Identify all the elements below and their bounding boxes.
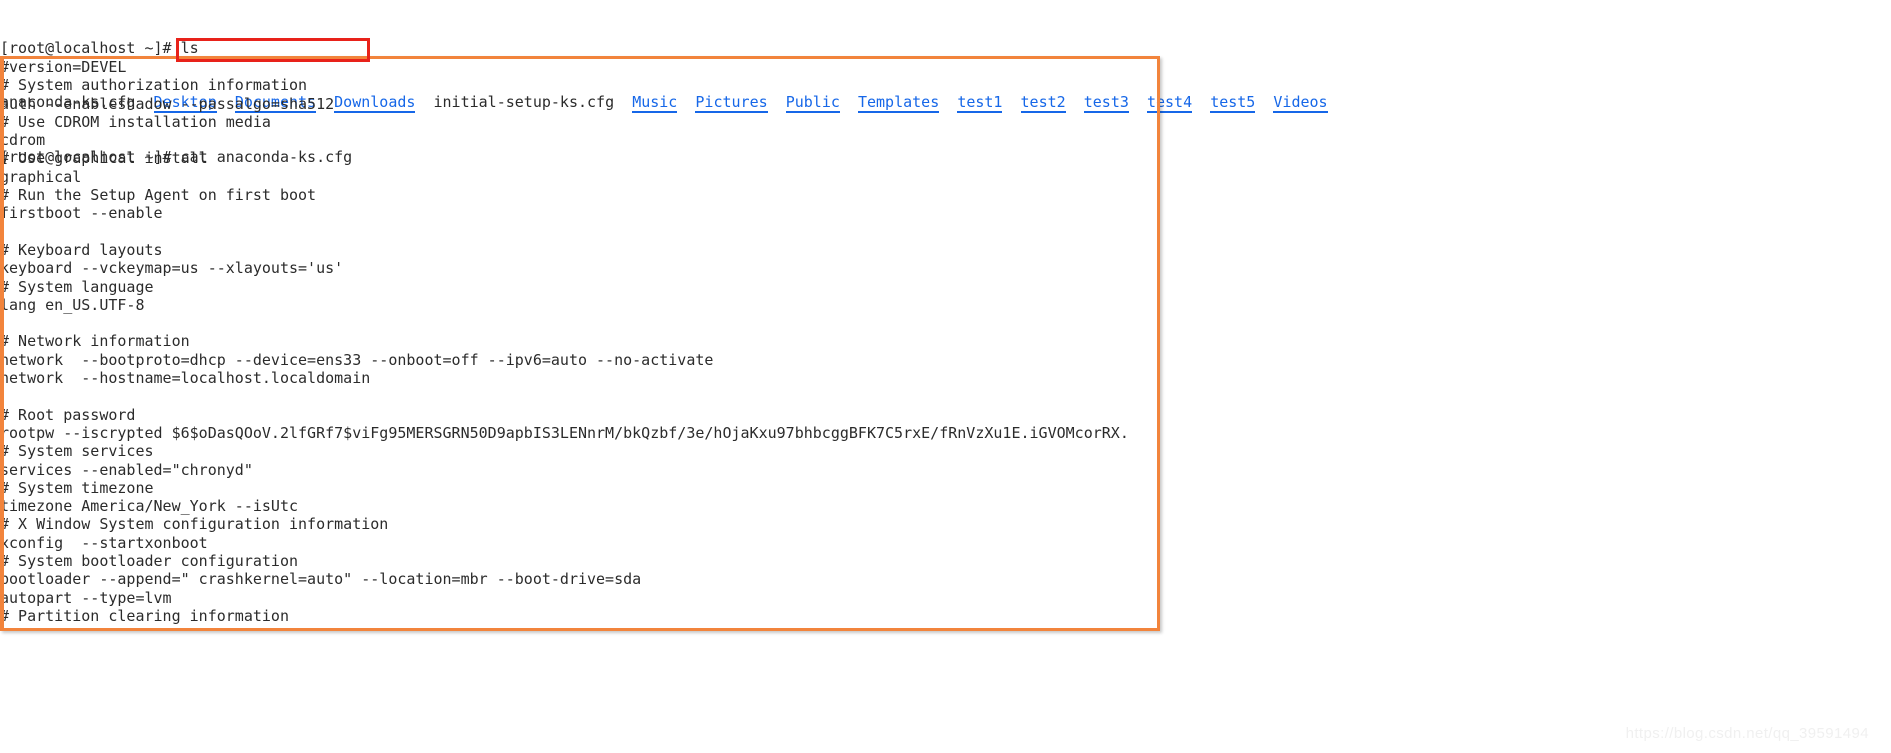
file-line: # System authorization information [0, 76, 308, 95]
terminal-text: [root@localhost ~]# ls [0, 38, 199, 57]
file-line [0, 387, 1891, 405]
file-line: xconfig --startxonboot [0, 533, 208, 552]
file-line: firstboot --enable [0, 204, 163, 223]
watermark-text: https://blog.csdn.net/qq_39591494 [1625, 724, 1869, 742]
file-line: cdrom [0, 131, 46, 150]
file-line: # X Window System configuration informat… [0, 515, 389, 534]
file-line: # Keyboard layouts [0, 240, 163, 259]
file-line: network --hostname=localhost.localdomain [0, 369, 371, 388]
terminal-window[interactable]: [root@localhost ~]# ls anaconda-ks.cfg D… [0, 0, 1891, 753]
file-line: # System bootloader configuration [0, 552, 299, 571]
terminal-line-ls-command: [root@localhost ~]# ls [0, 39, 1891, 57]
file-content-output: #version=DEVEL # System authorization inf… [0, 58, 1891, 625]
file-line: # System language [0, 277, 154, 296]
file-line [0, 314, 1891, 332]
file-line [0, 223, 1891, 241]
file-line: # Use CDROM installation media [0, 112, 271, 131]
file-line: #version=DEVEL [0, 58, 127, 76]
file-line: # Partition clearing information [0, 606, 289, 625]
file-line: # Use graphical install [0, 149, 208, 168]
file-line: # Run the Setup Agent on first boot [0, 186, 317, 205]
file-line: autopart --type=lvm [0, 588, 172, 607]
file-line: auth --enableshadow --passalgo=sha512 [0, 94, 335, 113]
file-line: # System timezone [0, 478, 154, 497]
file-line: bootloader --append=" crashkernel=auto" … [0, 570, 642, 589]
file-line: # System services [0, 442, 154, 461]
file-line: # Root password [0, 405, 136, 424]
file-line: network --bootproto=dhcp --device=ens33 … [0, 350, 714, 369]
file-line: lang en_US.UTF-8 [0, 295, 145, 314]
file-line: services --enabled="chronyd" [0, 460, 253, 479]
file-line: timezone America/New_York --isUtc [0, 497, 299, 516]
file-line: graphical [0, 167, 82, 186]
file-line: keyboard --vckeymap=us --xlayouts='us' [0, 259, 344, 278]
file-line: # Network information [0, 332, 190, 351]
file-line: rootpw --iscrypted $6$oDasQOoV.2lfGRf7$v… [0, 423, 1129, 442]
